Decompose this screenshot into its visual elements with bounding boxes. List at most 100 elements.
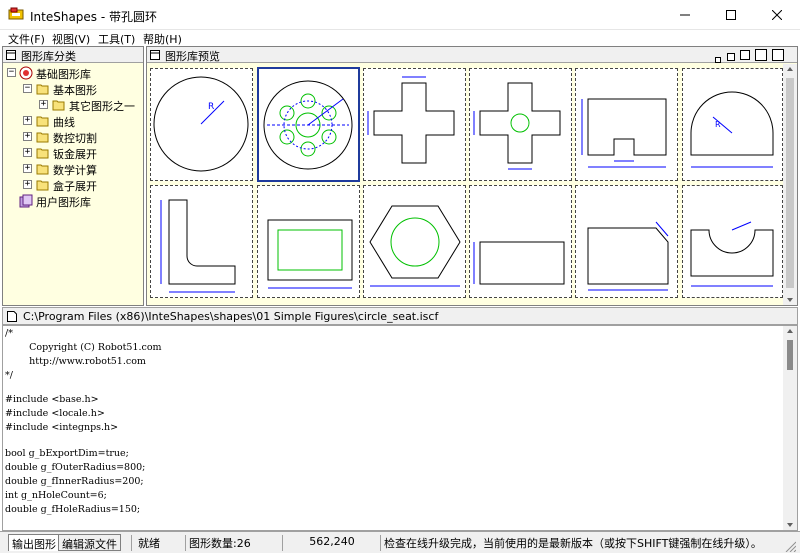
code-line: http://www.robot51.com [5,356,146,367]
tree-label: 盒子展开 [53,180,97,193]
tree-label: 曲线 [53,116,75,129]
view-size-medium-icon[interactable] [727,51,735,64]
code-line: /* [5,328,13,339]
status-bar: 输出图形 编辑源文件 就绪 图形数量:26 562,240 检查在线升级完成，当… [0,531,800,553]
expand-icon[interactable]: + [23,164,32,173]
tree-label-user-library: 用户图形库 [36,196,91,209]
folder-icon [36,131,50,146]
code-line: double g_fOuterRadius=800; [5,462,146,473]
tree-panel-header: 图形库分类 [3,47,143,63]
status-shape-count: 图形数量:26 [185,535,280,551]
code-line: int g_nHoleCount=6; [5,490,107,501]
menu-tools[interactable]: 工具(T) [98,31,135,47]
preview-panel: 图形库预览 R R [146,46,798,306]
folder-icon [36,163,50,178]
code-line: bool g_bExportDim=true; [5,448,129,459]
folder-icon [52,99,66,114]
expand-icon[interactable]: + [23,148,32,157]
shape-thumb-circle[interactable]: R [150,68,253,181]
expand-icon[interactable]: + [23,116,32,125]
tree-item-root[interactable]: − 基础图形库 [3,65,143,81]
svg-text:R: R [715,120,721,129]
folder-icon [36,115,50,130]
view-size-xlarge-icon[interactable] [755,49,767,64]
shape-thumb-hexagon[interactable] [363,185,466,298]
tree-item-sheet-metal[interactable]: + 钣金展开 [3,145,143,161]
minimize-button[interactable] [662,0,708,30]
tree-item-box-unfold[interactable]: + 盒子展开 [3,177,143,193]
code-line: double g_fInnerRadius=200; [5,476,144,487]
shape-thumb-rect-inset[interactable] [257,185,360,298]
shape-thumb-l-bracket[interactable] [150,185,253,298]
tree-label: 数学计算 [53,164,97,177]
folder-icon [36,179,50,194]
shape-thumb-cross-hole[interactable] [469,68,572,181]
expand-icon[interactable]: + [23,180,32,189]
preview-scrollbar[interactable] [783,64,797,305]
code-line: #include <integnps.h> [5,422,119,433]
svg-text:R: R [208,102,214,112]
status-message: 检查在线升级完成，当前使用的是最新版本（或按下SHIFT键强制在线升级）。 [380,535,780,551]
tree-item-cnc-cutting[interactable]: + 数控切割 [3,129,143,145]
collapse-icon[interactable]: − [23,84,32,93]
shape-thumb-cross[interactable] [363,68,466,181]
expand-icon[interactable]: + [23,132,32,141]
close-icon [772,10,782,20]
menu-help[interactable]: 帮助(H) [143,31,182,47]
window-title: InteShapes - 带孔圆环 [30,10,158,24]
code-line: */ [5,370,13,381]
code-line: Copyright (C) Robot51.com [5,342,162,353]
folder-icon [36,147,50,162]
file-path-bar: C:\Program Files (x86)\InteShapes\shapes… [2,307,798,325]
tree-item-math[interactable]: + 数学计算 [3,161,143,177]
code-line: #include <base.h> [5,394,99,405]
menu-file[interactable]: 文件(F) [8,31,45,47]
tree-label: 钣金展开 [53,148,97,161]
code-scrollbar[interactable] [783,326,797,530]
tree-label: 数控切割 [53,132,97,145]
status-ready: 就绪 [131,535,183,551]
collapse-icon[interactable]: − [7,68,16,77]
maximize-button[interactable] [708,0,754,30]
tree-item-user-library[interactable]: 用户图形库 [3,193,143,209]
tree-label-root: 基础图形库 [36,68,91,81]
tree-item-basic-shapes[interactable]: − 基本图形 [3,81,143,97]
code-line: double g_fHoleRadius=150; [5,504,141,515]
menu-view[interactable]: 视图(V) [52,31,90,47]
maximize-icon [726,10,736,20]
tree-label: 基本图形 [53,84,97,97]
app-icon [8,7,24,24]
tree-panel-title: 图形库分类 [21,50,76,63]
view-size-xxlarge-icon[interactable] [772,49,784,64]
preview-panel-header: 图形库预览 [147,47,797,63]
preview-panel-title: 图形库预览 [165,50,220,63]
expand-icon[interactable]: + [39,100,48,109]
code-line: #include <locale.h> [5,408,105,419]
menu-bar: 文件(F) 视图(V) 工具(T) 帮助(H) [0,30,800,46]
status-coords: 562,240 [282,535,378,551]
view-size-large-icon[interactable] [740,50,750,63]
folder-open-icon [36,83,50,98]
tab-output-shape[interactable]: 输出图形 [8,534,60,551]
shape-thumb-rectangle[interactable] [469,185,572,298]
shape-thumb-rect-notch[interactable] [575,68,678,181]
tree-item-curves[interactable]: + 曲线 [3,113,143,129]
shape-thumb-u-notch[interactable] [682,185,783,298]
shape-thumb-circle-seat[interactable] [257,67,360,182]
tree-item-other-shapes[interactable]: + 其它图形之一 [3,97,143,113]
shape-thumb-half-circle[interactable]: R [682,68,783,181]
category-tree-panel: 图形库分类 − 基础图形库 − 基本图形 + 其它图形之一 + 曲线 + 数控切… [2,46,144,306]
panel-icon [150,50,160,63]
tree-label: 其它图形之一 [69,100,135,113]
file-icon [7,311,17,325]
view-size-small-icon[interactable] [715,53,721,66]
file-path-text: C:\Program Files (x86)\InteShapes\shapes… [23,310,439,323]
close-button[interactable] [754,0,800,30]
title-bar: InteShapes - 带孔圆环 [0,0,800,30]
tab-edit-source[interactable]: 编辑源文件 [58,534,121,551]
user-library-icon [19,194,33,211]
panel-icon [6,50,16,63]
source-code-editor[interactable]: /* Copyright (C) Robot51.com http://www.… [2,325,798,531]
minimize-icon [680,14,690,16]
shape-thumb-chamfer-rect[interactable] [575,185,678,298]
